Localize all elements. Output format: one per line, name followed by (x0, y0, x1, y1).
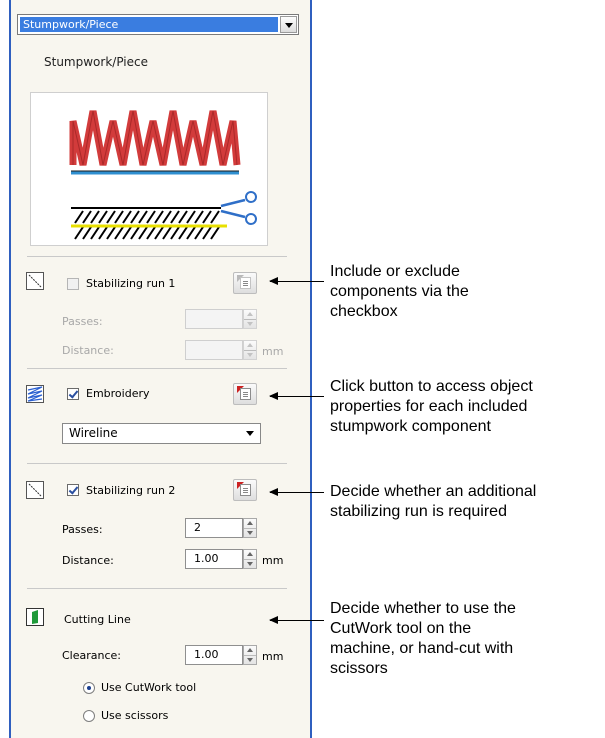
use-cutwork-tool-label: Use CutWork tool (101, 681, 197, 694)
distance-spinner[interactable] (243, 549, 257, 569)
object-type-title: Stumpwork/Piece (44, 55, 148, 69)
passes-label: Passes: (62, 315, 103, 328)
cutting-line-label: Cutting Line (64, 613, 131, 626)
stabilizing-run-2-properties-button[interactable] (233, 479, 257, 501)
use-scissors-radio[interactable] (83, 710, 95, 722)
distance-unit: mm (262, 554, 284, 567)
use-scissors-label: Use scissors (101, 709, 169, 722)
callout-arrow (269, 488, 324, 496)
clearance-unit: mm (262, 650, 284, 663)
separator (27, 588, 287, 589)
stabilizing-run-2-checkbox[interactable] (67, 484, 79, 496)
object-type-dropdown[interactable]: Stumpwork/Piece (17, 14, 299, 35)
stumpwork-preview-image (69, 110, 257, 240)
chevron-down-icon (246, 431, 254, 436)
stabilizing-run-1-distance-input[interactable] (185, 340, 243, 360)
stabilizing-run-icon (26, 481, 44, 499)
distance-label: Distance: (62, 554, 114, 567)
stabilizing-run-icon (26, 272, 44, 290)
callout-arrow (269, 392, 324, 400)
use-cutwork-tool-radio[interactable] (83, 682, 95, 694)
distance-label: Distance: (62, 344, 114, 357)
callout-properties-button: Click button to access object properties… (330, 378, 533, 435)
stabilizing-run-1-checkbox[interactable] (67, 278, 79, 290)
callout-arrow (269, 616, 324, 624)
passes-label: Passes: (62, 523, 103, 536)
document-icon (240, 388, 251, 400)
clearance-spinner[interactable] (243, 645, 257, 665)
callout-cutting-line: Decide whether to use the CutWork tool o… (330, 600, 516, 677)
passes-spinner[interactable] (243, 309, 257, 329)
embroidery-checkbox[interactable] (67, 388, 79, 400)
embroidery-style-value: Wireline (69, 426, 118, 440)
embroidery-style-dropdown[interactable]: Wireline (62, 423, 261, 444)
document-icon (240, 277, 251, 289)
scissors-icon (220, 191, 257, 225)
stumpwork-preview (30, 92, 268, 246)
document-icon (240, 484, 251, 496)
distance-unit: mm (262, 345, 284, 358)
separator (27, 463, 287, 464)
cutting-line-icon (26, 608, 44, 626)
embroidery-icon (26, 385, 44, 403)
distance-spinner[interactable] (243, 340, 257, 360)
stabilizing-run-1-properties-button[interactable] (233, 272, 257, 294)
embroidery-label: Embroidery (86, 387, 150, 400)
embroidery-properties-button[interactable] (233, 383, 257, 405)
callout-stabilizing-run: Decide whether an additional stabilizing… (330, 483, 537, 520)
stabilizing-run-2-label: Stabilizing run 2 (86, 484, 176, 497)
callout-arrow (269, 277, 324, 285)
separator (27, 368, 287, 369)
clearance-label: Clearance: (62, 649, 122, 662)
separator (27, 256, 287, 257)
stabilizing-run-2-distance-input[interactable]: 1.00 (185, 549, 243, 569)
object-type-value: Stumpwork/Piece (20, 17, 278, 32)
clearance-input[interactable]: 1.00 (185, 645, 243, 665)
stabilizing-run-2-passes-input[interactable]: 2 (185, 518, 243, 538)
stabilizing-run-1-passes-input[interactable] (185, 309, 243, 329)
chevron-down-icon[interactable] (280, 16, 297, 33)
passes-spinner[interactable] (243, 518, 257, 538)
callout-checkbox: Include or exclude components via the ch… (330, 263, 469, 320)
stabilizing-run-1-label: Stabilizing run 1 (86, 277, 176, 290)
